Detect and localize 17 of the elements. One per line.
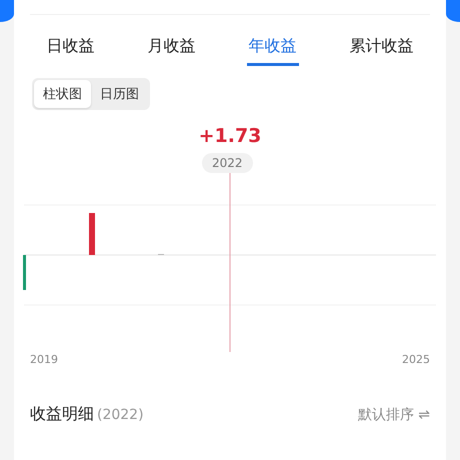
sort-button[interactable]: 默认排序 ⇌ bbox=[358, 406, 430, 424]
chart-bar bbox=[23, 255, 26, 290]
tab[interactable]: 日收益 bbox=[44, 33, 96, 66]
toggle-option[interactable]: 柱状图 bbox=[34, 80, 91, 108]
toggle-option[interactable]: 日历图 bbox=[91, 80, 148, 108]
header-background bbox=[0, 0, 14, 22]
section-year: (2022) bbox=[97, 407, 144, 423]
section-title: 收益明细 bbox=[30, 404, 94, 423]
tab[interactable]: 年收益 bbox=[246, 33, 298, 66]
tab[interactable]: 月收益 bbox=[146, 33, 198, 66]
axis-label: 2025 bbox=[402, 353, 430, 366]
header-background bbox=[446, 0, 460, 22]
axis-label: 2019 bbox=[30, 353, 58, 366]
tab[interactable]: 累计收益 bbox=[348, 33, 416, 66]
year-pill: 2022 bbox=[202, 153, 253, 173]
chart-bar bbox=[89, 213, 95, 255]
value-label: +1.73 bbox=[198, 125, 262, 147]
